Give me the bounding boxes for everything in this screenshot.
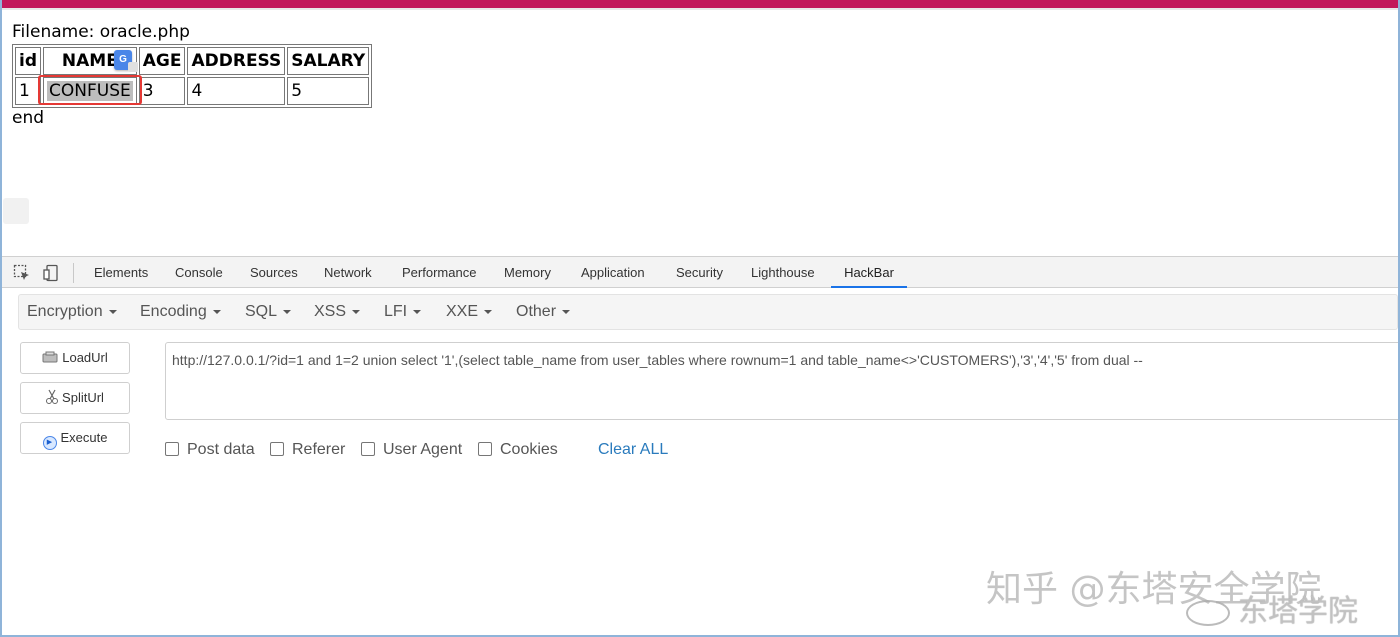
window-frame <box>0 0 1400 637</box>
